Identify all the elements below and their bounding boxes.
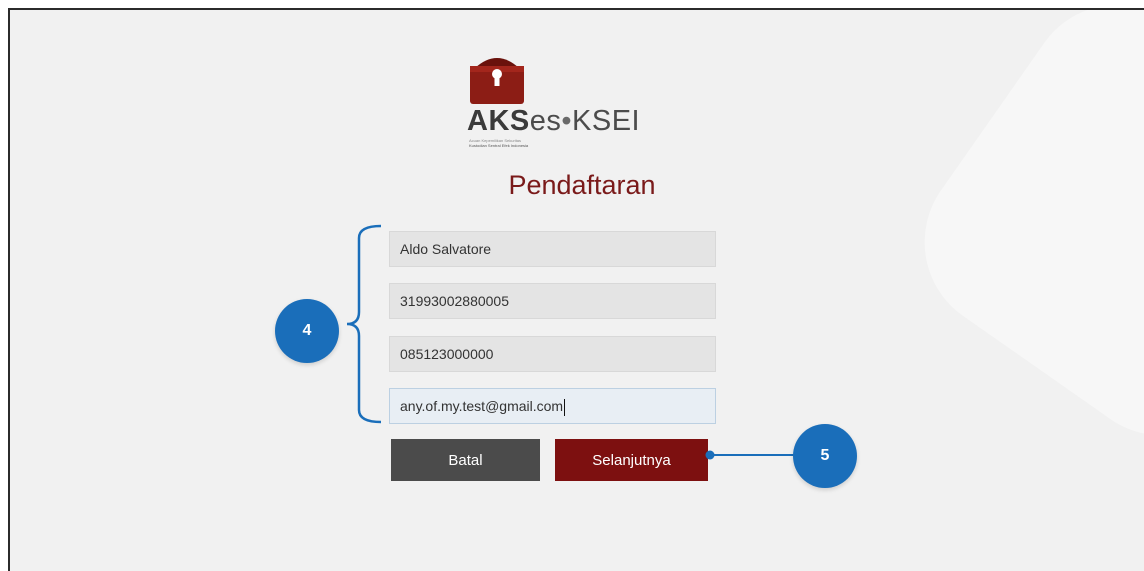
logo-wordmark: AKSes•KSEI bbox=[467, 106, 640, 136]
app-window: AKSes•KSEI Acuan Kepemilikan Sekuritas K… bbox=[8, 8, 1144, 571]
step-4-annotation-badge: 4 bbox=[275, 299, 339, 363]
akses-ksei-logo: AKSes•KSEI Acuan Kepemilikan Sekuritas K… bbox=[465, 48, 665, 148]
logo-brand-suffix: KSEI bbox=[572, 105, 641, 137]
next-button[interactable]: Selanjutnya bbox=[555, 439, 708, 481]
page-title: Pendaftaran bbox=[508, 170, 656, 200]
full-name-field[interactable] bbox=[389, 231, 716, 267]
step-5-annotation-badge: 5 bbox=[793, 424, 857, 488]
logo-brand-bold: AKS bbox=[467, 105, 530, 137]
logo-tagline-2: Kustodian Sentral Efek Indonesia bbox=[469, 143, 529, 148]
step-5-connector-line bbox=[705, 450, 797, 460]
email-field[interactable]: any.of.my.test@gmail.com bbox=[389, 388, 716, 424]
phone-field[interactable] bbox=[389, 336, 716, 372]
lock-shield-icon bbox=[470, 58, 524, 104]
id-number-field[interactable] bbox=[389, 283, 716, 319]
email-field-value: any.of.my.test@gmail.com bbox=[400, 398, 564, 414]
background-watermark-shape bbox=[889, 10, 1144, 471]
cancel-button[interactable]: Batal bbox=[391, 439, 540, 481]
fields-bracket-annotation bbox=[346, 224, 382, 424]
logo-separator: • bbox=[561, 105, 573, 137]
logo-brand-rest: es bbox=[529, 105, 562, 137]
text-caret bbox=[564, 398, 566, 416]
